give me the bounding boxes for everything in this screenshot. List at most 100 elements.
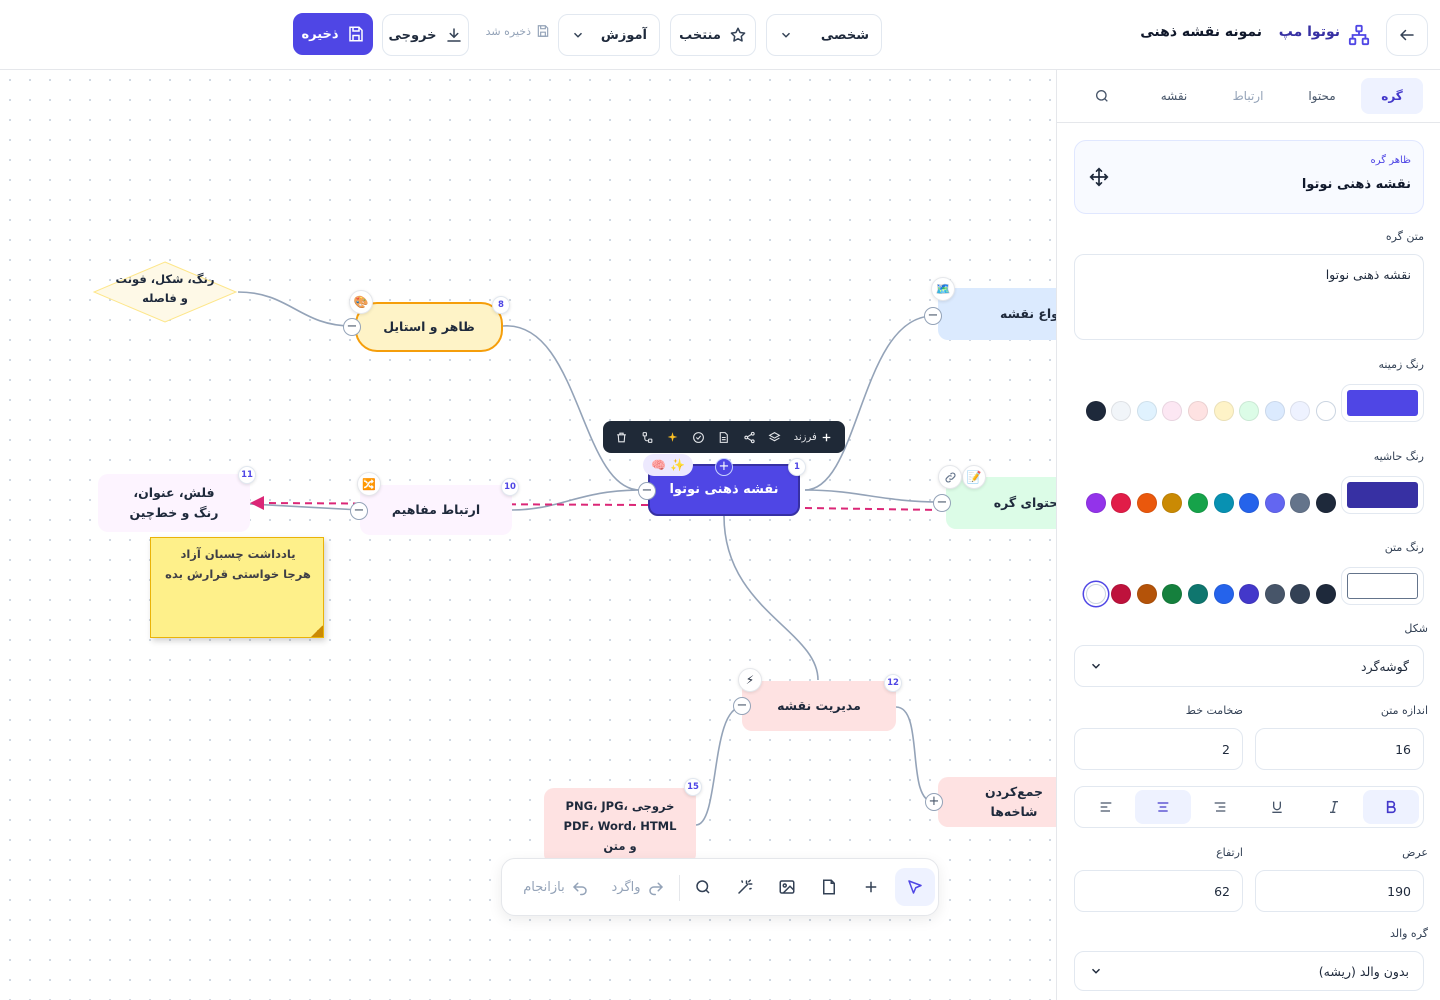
move-icon[interactable]: [1089, 167, 1109, 187]
height-input[interactable]: 62: [1074, 870, 1243, 912]
workspace-select[interactable]: شخصی: [766, 14, 882, 56]
bg-color-swatch[interactable]: [1085, 401, 1106, 421]
align-center-button[interactable]: [1135, 790, 1191, 824]
border-color-swatch[interactable]: [1136, 493, 1157, 513]
undo-button[interactable]: واگرد: [604, 868, 672, 906]
collapse-toggle[interactable]: −: [343, 318, 361, 336]
node-management[interactable]: مدیریت نقشه: [742, 681, 896, 731]
tutorial-select[interactable]: آموزش: [558, 14, 660, 56]
text-color-swatch[interactable]: [1239, 584, 1260, 604]
bg-color-swatch[interactable]: [1290, 401, 1311, 421]
align-right-button[interactable]: [1192, 790, 1248, 824]
node-arrow-note[interactable]: فلش، عنوان، رنگ و خط‌چین: [98, 474, 250, 532]
edge-root-management: [723, 515, 819, 681]
sticky-note[interactable]: یادداشت چسبان آزاد هرجا خواستی قرارش بده: [150, 537, 324, 638]
export-button[interactable]: خروجی: [382, 14, 469, 56]
redo-button[interactable]: بازانجام: [514, 868, 598, 906]
align-left-button[interactable]: [1078, 790, 1134, 824]
node-relations[interactable]: ارتباط مفاهیم: [360, 485, 512, 535]
text-color-swatch[interactable]: [1085, 584, 1106, 604]
bg-color-picker[interactable]: [1341, 384, 1424, 422]
tab-map[interactable]: نقشه: [1143, 78, 1205, 114]
width-input[interactable]: 190: [1255, 870, 1424, 912]
bg-color-swatch[interactable]: [1239, 401, 1260, 421]
node-appearance-detail[interactable]: رنگ، شکل، فونت و فاصله: [92, 260, 238, 324]
collapse-toggle[interactable]: −: [733, 697, 751, 715]
italic-button[interactable]: [1306, 790, 1362, 824]
line-width-input[interactable]: 2: [1074, 728, 1243, 770]
border-color-swatch[interactable]: [1239, 493, 1260, 513]
height-label: ارتفاع: [1216, 846, 1243, 859]
text-color-swatch[interactable]: [1162, 584, 1183, 604]
text-color-swatch[interactable]: [1264, 584, 1285, 604]
collapse-toggle[interactable]: −: [638, 482, 656, 500]
share-button[interactable]: [743, 431, 756, 444]
node-content[interactable]: محتوای گره: [946, 477, 1056, 529]
bg-color-swatch[interactable]: [1162, 401, 1183, 421]
border-color-swatch[interactable]: [1085, 493, 1106, 513]
border-color-swatch[interactable]: [1213, 493, 1234, 513]
node-map-types[interactable]: انواع نقشه: [938, 288, 1056, 340]
add-sticky-button[interactable]: [811, 868, 847, 906]
border-color-picker[interactable]: [1341, 476, 1424, 514]
complete-button[interactable]: [692, 431, 705, 444]
bg-color-swatch[interactable]: [1316, 401, 1336, 421]
tab-node[interactable]: گره: [1361, 78, 1423, 114]
collapse-toggle[interactable]: −: [924, 307, 942, 325]
border-color-swatch[interactable]: [1111, 493, 1132, 513]
redo-label: بازانجام: [523, 879, 565, 895]
panel-search-button[interactable]: [1071, 78, 1133, 114]
bold-button[interactable]: [1363, 790, 1419, 824]
text-color-swatch[interactable]: [1136, 584, 1157, 604]
magic-wand-button[interactable]: [727, 868, 763, 906]
expand-toggle[interactable]: +: [925, 793, 943, 811]
save-button[interactable]: ذخیره: [293, 13, 373, 55]
bg-color-swatch[interactable]: [1264, 401, 1285, 421]
node-collapse-branches[interactable]: جمع‌کردن شاخه‌ها: [938, 777, 1056, 827]
add-child-button[interactable]: فرزند: [794, 431, 833, 444]
border-color-swatch[interactable]: [1290, 493, 1311, 513]
add-node-button[interactable]: [853, 868, 889, 906]
text-color-swatch[interactable]: [1188, 584, 1208, 604]
export-label: خروجی: [388, 27, 437, 43]
layers-button[interactable]: [768, 431, 781, 444]
text-color-swatch[interactable]: [1213, 584, 1234, 604]
tab-relation[interactable]: ارتباط: [1217, 78, 1279, 114]
search-button[interactable]: [685, 868, 721, 906]
magic-button[interactable]: [666, 431, 679, 444]
text-color-picker[interactable]: [1341, 567, 1424, 605]
delete-button[interactable]: [615, 431, 628, 444]
add-child-toggle[interactable]: +: [715, 458, 733, 476]
select-tool-button[interactable]: [895, 868, 935, 906]
node-appearance[interactable]: ظاهر و استایل: [355, 302, 503, 352]
node-label: خروجی PNG، JPG، PDF، Word، HTML و متن: [563, 799, 677, 853]
bg-color-swatch[interactable]: [1188, 401, 1208, 421]
collapse-toggle[interactable]: −: [933, 494, 951, 512]
border-color-swatch[interactable]: [1264, 493, 1285, 513]
border-color-swatch[interactable]: [1188, 493, 1208, 513]
mind-map-canvas[interactable]: رنگ، شکل، فونت و فاصله ظاهر و استایل 8 🎨…: [0, 70, 1056, 1000]
node-text-input[interactable]: نقشه ذهنی نوتوا: [1074, 254, 1424, 340]
parent-node-select[interactable]: بدون والد (ریشه): [1074, 951, 1424, 991]
node-export[interactable]: خروجی PNG، JPG، PDF، Word، HTML و متن: [544, 788, 696, 864]
note-button[interactable]: [717, 431, 730, 444]
brain-icon: 🧠: [651, 458, 666, 472]
border-color-swatch[interactable]: [1162, 493, 1183, 513]
text-color-swatch[interactable]: [1111, 584, 1132, 604]
shape-select[interactable]: گوشه‌گرد: [1074, 645, 1424, 687]
favorite-button[interactable]: منتخب: [670, 14, 756, 56]
bg-color-swatch[interactable]: [1111, 401, 1132, 421]
underline-button[interactable]: [1249, 790, 1305, 824]
bg-color-swatch[interactable]: [1136, 401, 1157, 421]
text-color-swatch[interactable]: [1316, 584, 1336, 604]
brand-logo-icon: [1348, 24, 1370, 46]
branch-button[interactable]: [641, 431, 654, 444]
text-color-swatch[interactable]: [1290, 584, 1311, 604]
insert-image-button[interactable]: [769, 868, 805, 906]
tab-content[interactable]: محتوا: [1291, 78, 1353, 114]
back-button[interactable]: [1386, 14, 1428, 56]
border-color-swatch[interactable]: [1316, 493, 1336, 513]
font-size-input[interactable]: 16: [1255, 728, 1424, 770]
collapse-toggle[interactable]: −: [350, 502, 368, 520]
bg-color-swatch[interactable]: [1213, 401, 1234, 421]
